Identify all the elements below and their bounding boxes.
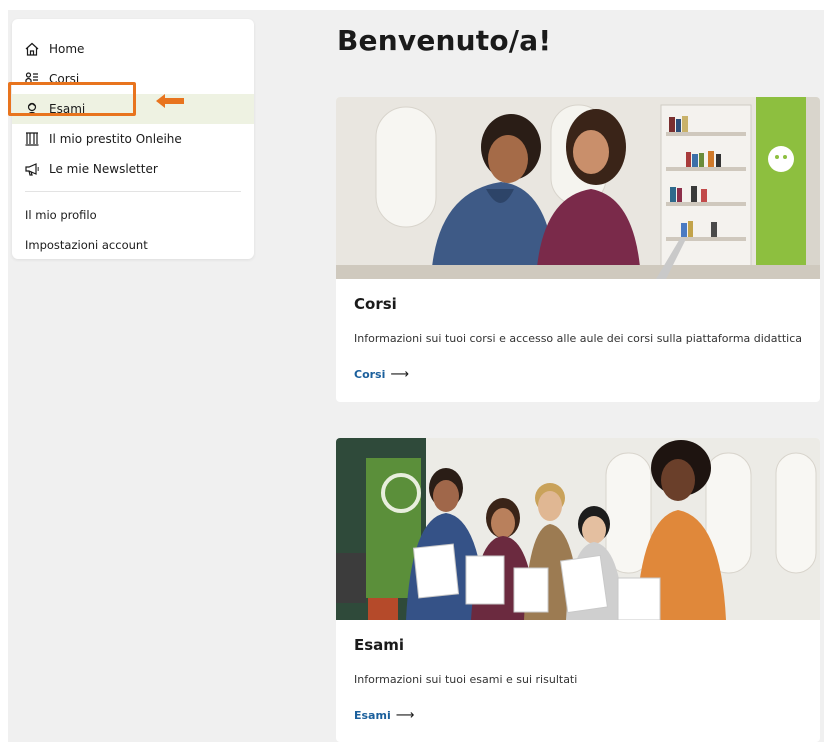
account-settings-link[interactable]: Impostazioni account — [25, 238, 148, 252]
exam-card-description: Informazioni sui tuoi esami e sui risult… — [354, 673, 578, 686]
sidebar-item-home[interactable]: Home — [12, 34, 254, 64]
library-icon — [24, 131, 40, 147]
sidebar-divider — [25, 191, 241, 192]
pointer-arrow-icon — [156, 94, 184, 108]
page-title: Benvenuto/a! — [337, 24, 552, 57]
sidebar-item-label: Le mie Newsletter — [49, 162, 158, 176]
sidebar-item-corsi[interactable]: Corsi — [12, 64, 254, 94]
profile-link[interactable]: Il mio profilo — [25, 208, 97, 222]
exam-card-title: Esami — [354, 636, 405, 654]
course-card-description: Informazioni sui tuoi corsi e accesso al… — [354, 332, 803, 345]
sidebar-item-onleihe[interactable]: Il mio prestito Onleihe — [12, 124, 254, 154]
page-background: Home Corsi Esami Il mio prestito Onleihe — [8, 10, 824, 742]
megaphone-icon — [24, 161, 40, 177]
students-at-laptop-photo — [336, 97, 820, 279]
exam-card-image — [336, 438, 820, 620]
sidebar-item-label: Corsi — [49, 72, 80, 86]
course-card-title: Corsi — [354, 295, 397, 313]
sidebar-nav: Home Corsi Esami Il mio prestito Onleihe — [12, 19, 254, 259]
students-with-certificates-photo — [336, 438, 820, 620]
course-card: Corsi Informazioni sui tuoi corsi e acce… — [336, 97, 820, 402]
sidebar-item-label: Esami — [49, 102, 86, 116]
exam-card-link[interactable]: Esami ⟶ — [354, 708, 414, 723]
exam-link-label: Esami — [354, 709, 391, 722]
exam-icon — [24, 101, 40, 117]
course-card-image — [336, 97, 820, 279]
arrow-right-icon: ⟶ — [390, 367, 410, 382]
exam-card: Esami Informazioni sui tuoi esami e sui … — [336, 438, 820, 742]
course-card-link[interactable]: Corsi ⟶ — [354, 367, 409, 382]
sidebar-item-esami[interactable]: Esami — [12, 94, 254, 124]
sidebar-item-label: Home — [49, 42, 85, 56]
course-link-label: Corsi — [354, 368, 386, 381]
home-icon — [24, 41, 40, 57]
arrow-right-icon: ⟶ — [395, 708, 415, 723]
sidebar-item-label: Il mio prestito Onleihe — [49, 132, 182, 146]
sidebar-item-newsletter[interactable]: Le mie Newsletter — [12, 154, 254, 184]
courses-icon — [24, 71, 40, 87]
